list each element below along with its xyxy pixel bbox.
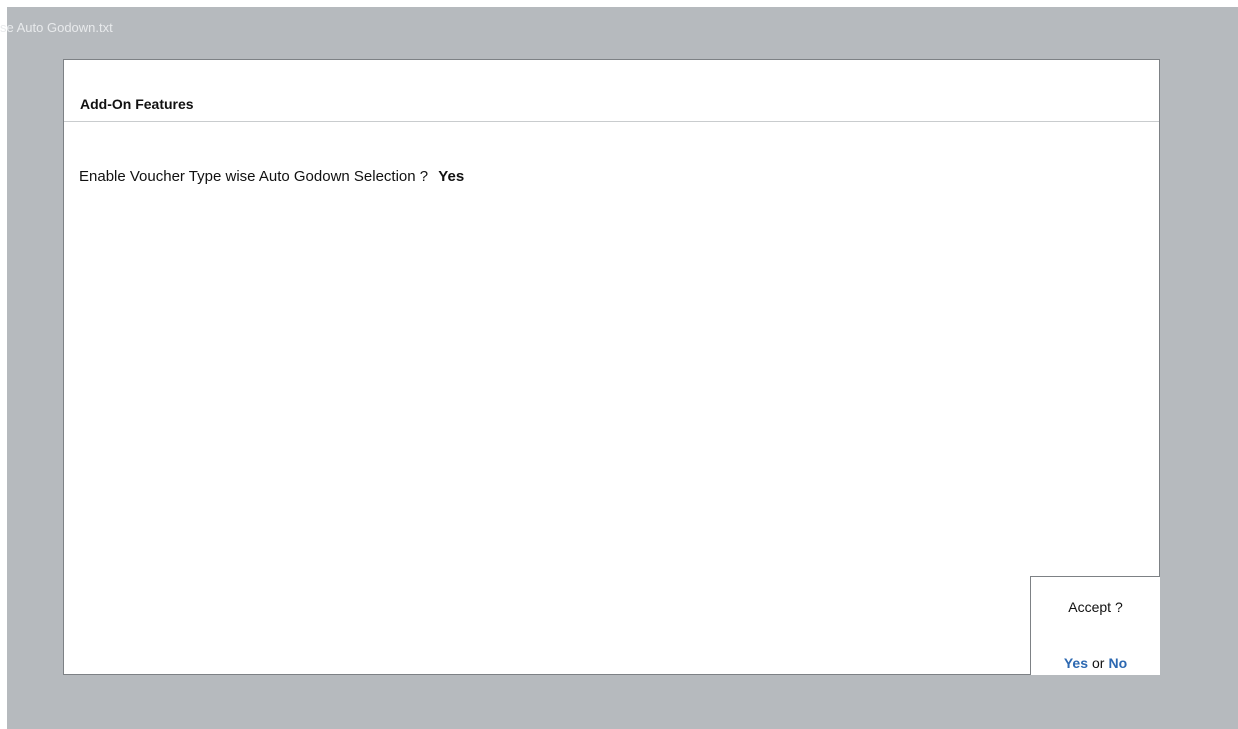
question-answer-field[interactable]: Yes xyxy=(438,168,464,185)
file-title: se Auto Godown.txt xyxy=(0,20,113,35)
accept-or-text: or xyxy=(1092,655,1105,671)
accept-no-option[interactable]: No xyxy=(1108,655,1127,671)
accept-dialog: Accept ? Yes or No xyxy=(1030,576,1160,675)
accept-yes-option[interactable]: Yes xyxy=(1064,655,1088,671)
question-label: Enable Voucher Type wise Auto Godown Sel… xyxy=(79,168,429,185)
panel-title: Add-On Features xyxy=(80,96,194,112)
auto-godown-question: Enable Voucher Type wise Auto Godown Sel… xyxy=(79,168,464,186)
panel-header: Add-On Features xyxy=(64,60,1159,122)
add-on-features-panel: Add-On Features Enable Voucher Type wise… xyxy=(63,59,1160,675)
accept-options: Yes or No xyxy=(1031,655,1160,672)
accept-prompt: Accept ? xyxy=(1068,599,1123,615)
